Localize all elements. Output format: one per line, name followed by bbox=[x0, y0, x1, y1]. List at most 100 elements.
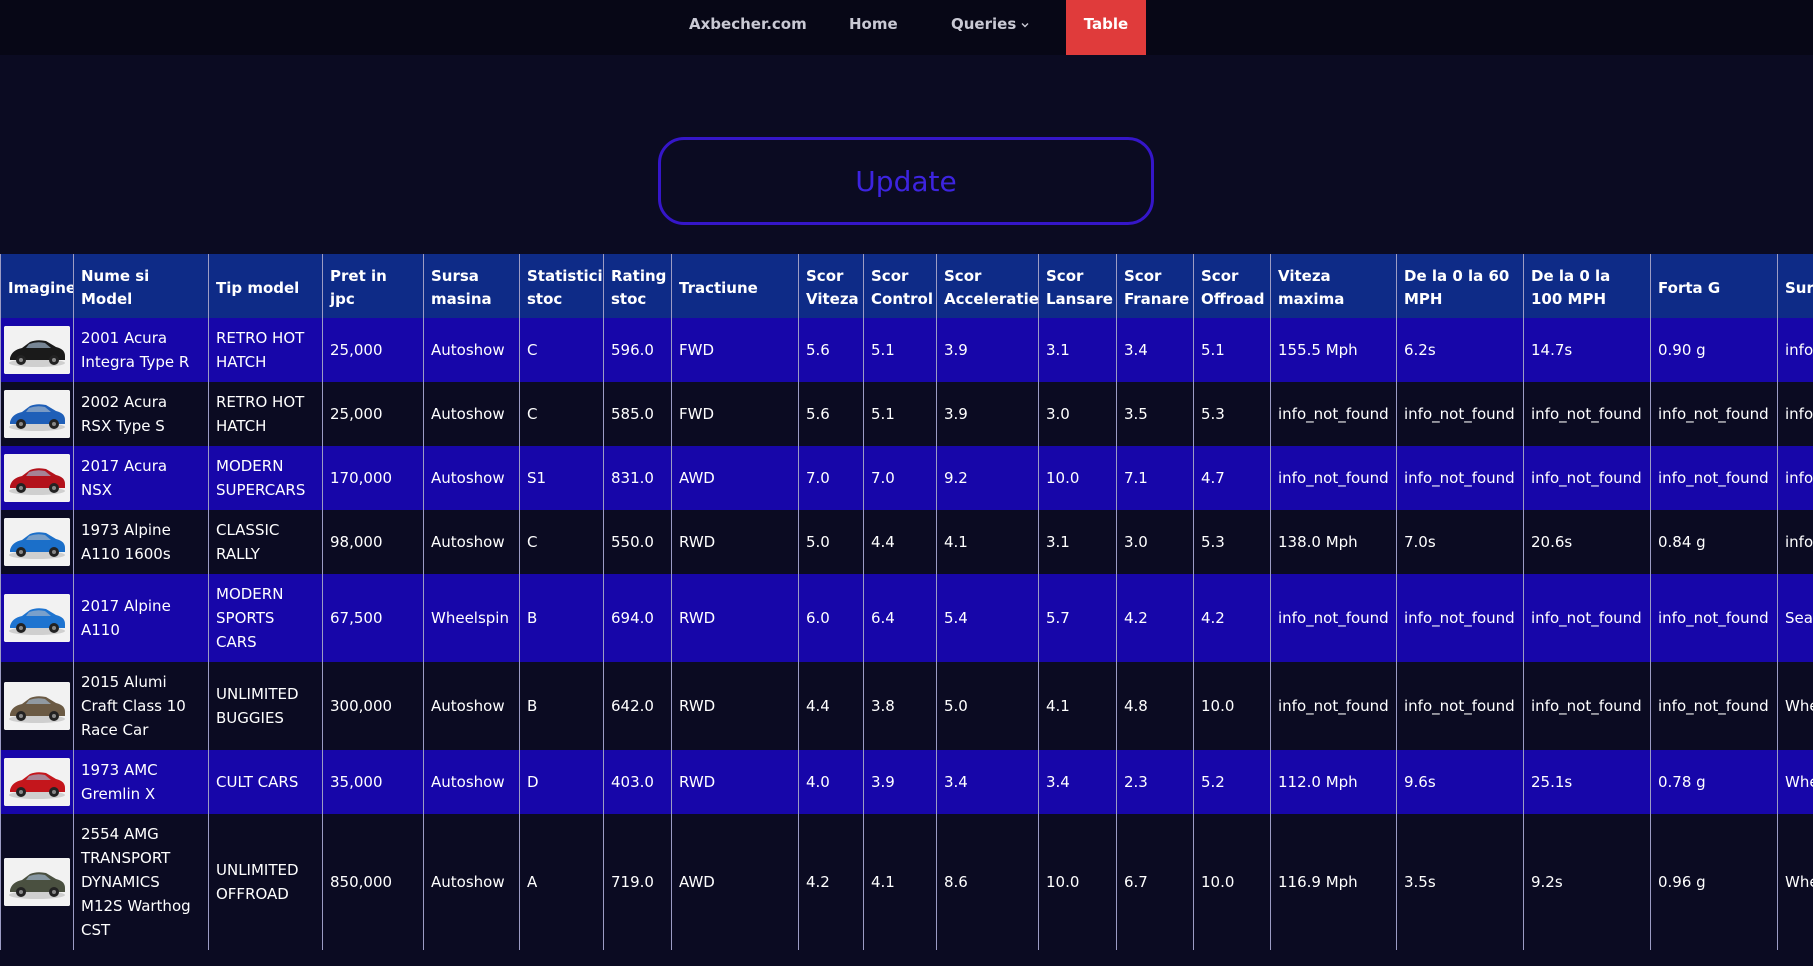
cell-accel: 8.6 bbox=[936, 814, 1039, 950]
cell-offroad: 5.1 bbox=[1193, 318, 1271, 382]
nav-home-link[interactable]: Home bbox=[849, 0, 898, 55]
cell-rating: 831.0 bbox=[603, 446, 672, 510]
table-row[interactable]: 2554 AMG TRANSPORT DYNAMICS M12S Warthog… bbox=[0, 814, 1813, 950]
cell-offroad: 4.7 bbox=[1193, 446, 1271, 510]
table-row[interactable]: 2002 Acura RSX Type S RETRO HOT HATCH 25,0… bbox=[0, 382, 1813, 446]
cell-vmax: info_not_found bbox=[1270, 574, 1397, 662]
cell-drive: RWD bbox=[671, 662, 799, 750]
cell-z100: info_not_found bbox=[1523, 446, 1651, 510]
cell-g: 0.96 g bbox=[1650, 814, 1778, 950]
cell-vmax: 116.9 Mph bbox=[1270, 814, 1397, 950]
chevron-down-icon bbox=[1021, 22, 1029, 27]
car-image-cell bbox=[0, 750, 74, 814]
cell-drive: AWD bbox=[671, 446, 799, 510]
cell-offroad: 5.3 bbox=[1193, 510, 1271, 574]
cell-type: MODERN SUPERCARS bbox=[208, 446, 323, 510]
cell-accel: 5.4 bbox=[936, 574, 1039, 662]
cell-drive: AWD bbox=[671, 814, 799, 950]
cell-accel: 4.1 bbox=[936, 510, 1039, 574]
cell-speed: 4.4 bbox=[798, 662, 864, 750]
nav-brand-link[interactable]: Axbecher.com bbox=[689, 0, 807, 55]
cell-name: 1973 Alpine A110 1600s bbox=[73, 510, 209, 574]
cell-price: 98,000 bbox=[322, 510, 424, 574]
column-header: De la 0 la 60 MPH bbox=[1396, 254, 1524, 318]
cell-g: info_not_found bbox=[1650, 662, 1778, 750]
cell-brake: 3.0 bbox=[1116, 510, 1194, 574]
cell-z60: 7.0s bbox=[1396, 510, 1524, 574]
cell-drive: RWD bbox=[671, 574, 799, 662]
car-image bbox=[4, 390, 70, 438]
car-image-cell bbox=[0, 510, 74, 574]
nav-queries-dropdown[interactable]: Queries bbox=[951, 0, 1030, 55]
car-image bbox=[4, 594, 70, 642]
cell-source: Autoshow bbox=[423, 446, 520, 510]
cell-vmax: 138.0 Mph bbox=[1270, 510, 1397, 574]
cell-z100: info_not_found bbox=[1523, 382, 1651, 446]
cell-speed: 5.6 bbox=[798, 382, 864, 446]
nav-queries-label: Queries bbox=[951, 15, 1017, 33]
cell-control: 5.1 bbox=[863, 318, 937, 382]
cell-type: UNLIMITED OFFROAD bbox=[208, 814, 323, 950]
cell-price: 67,500 bbox=[322, 574, 424, 662]
cell-control: 5.1 bbox=[863, 382, 937, 446]
table-row[interactable]: 1973 Alpine A110 1600s CLASSIC RALLY 98,00… bbox=[0, 510, 1813, 574]
cell-speed: 7.0 bbox=[798, 446, 864, 510]
cell-speed: 5.0 bbox=[798, 510, 864, 574]
cell-control: 4.4 bbox=[863, 510, 937, 574]
cell-z100: info_not_found bbox=[1523, 662, 1651, 750]
cell-brake: 3.4 bbox=[1116, 318, 1194, 382]
table-row[interactable]: 2017 Alpine A110 MODERN SPORTS CARS 67,500… bbox=[0, 574, 1813, 662]
cell-vmax: 155.5 Mph bbox=[1270, 318, 1397, 382]
car-image-cell bbox=[0, 446, 74, 510]
cell-control: 7.0 bbox=[863, 446, 937, 510]
cell-offroad: 5.2 bbox=[1193, 750, 1271, 814]
cell-brake: 7.1 bbox=[1116, 446, 1194, 510]
cell-stat: D bbox=[519, 750, 604, 814]
car-image bbox=[4, 518, 70, 566]
cell-z60: info_not_found bbox=[1396, 446, 1524, 510]
cell-vmax: info_not_found bbox=[1270, 446, 1397, 510]
nav-table-link[interactable]: Table bbox=[1066, 0, 1146, 55]
update-button[interactable]: Update bbox=[658, 137, 1154, 225]
cell-launch: 10.0 bbox=[1038, 446, 1117, 510]
cell-control: 3.8 bbox=[863, 662, 937, 750]
cell-brake: 4.8 bbox=[1116, 662, 1194, 750]
cell-g: info_not_found bbox=[1650, 382, 1778, 446]
table-row[interactable]: 1973 AMC Gremlin X CULT CARS 35,000 Autosho… bbox=[0, 750, 1813, 814]
cell-g: 0.78 g bbox=[1650, 750, 1778, 814]
cell-source: Autoshow bbox=[423, 510, 520, 574]
cell-control: 3.9 bbox=[863, 750, 937, 814]
car-image bbox=[4, 326, 70, 374]
cars-table-container: Imagine Nume si Model Tip model Pret in jpc… bbox=[0, 254, 1813, 966]
cell-offroad: 10.0 bbox=[1193, 662, 1271, 750]
cell-source: Autoshow bbox=[423, 814, 520, 950]
cell-g: 0.90 g bbox=[1650, 318, 1778, 382]
column-header: Scor Offroad bbox=[1193, 254, 1271, 318]
cell-price: 25,000 bbox=[322, 382, 424, 446]
cell-rating: 694.0 bbox=[603, 574, 672, 662]
car-image-cell bbox=[0, 814, 74, 950]
cell-g: info_not_found bbox=[1650, 574, 1778, 662]
cell-name: 2001 Acura Integra Type R bbox=[73, 318, 209, 382]
table-row[interactable]: 2017 Acura NSX MODERN SUPERCARS 170,000 Aut… bbox=[0, 446, 1813, 510]
column-header: De la 0 la 100 MPH bbox=[1523, 254, 1651, 318]
car-image bbox=[4, 454, 70, 502]
cell-price: 300,000 bbox=[322, 662, 424, 750]
cell-z60: info_not_found bbox=[1396, 662, 1524, 750]
cell-speed: 6.0 bbox=[798, 574, 864, 662]
cell-name: 2015 Alumi Craft Class 10 Race Car bbox=[73, 662, 209, 750]
cell-offroad: 5.3 bbox=[1193, 382, 1271, 446]
cell-z60: 3.5s bbox=[1396, 814, 1524, 950]
column-header: Scor Franare bbox=[1116, 254, 1194, 318]
cell-z100: 9.2s bbox=[1523, 814, 1651, 950]
cell-vmax: 112.0 Mph bbox=[1270, 750, 1397, 814]
cell-launch: 3.4 bbox=[1038, 750, 1117, 814]
cell-stat: B bbox=[519, 574, 604, 662]
cell-price: 850,000 bbox=[322, 814, 424, 950]
cell-z60: info_not_found bbox=[1396, 382, 1524, 446]
column-header: Forta G bbox=[1650, 254, 1778, 318]
table-row[interactable]: 2001 Acura Integra Type R RETRO HOT HATCH… bbox=[0, 318, 1813, 382]
cell-type: CLASSIC RALLY bbox=[208, 510, 323, 574]
table-row[interactable]: 2015 Alumi Craft Class 10 Race Car UNLIMI… bbox=[0, 662, 1813, 750]
cell-accel: 3.9 bbox=[936, 382, 1039, 446]
